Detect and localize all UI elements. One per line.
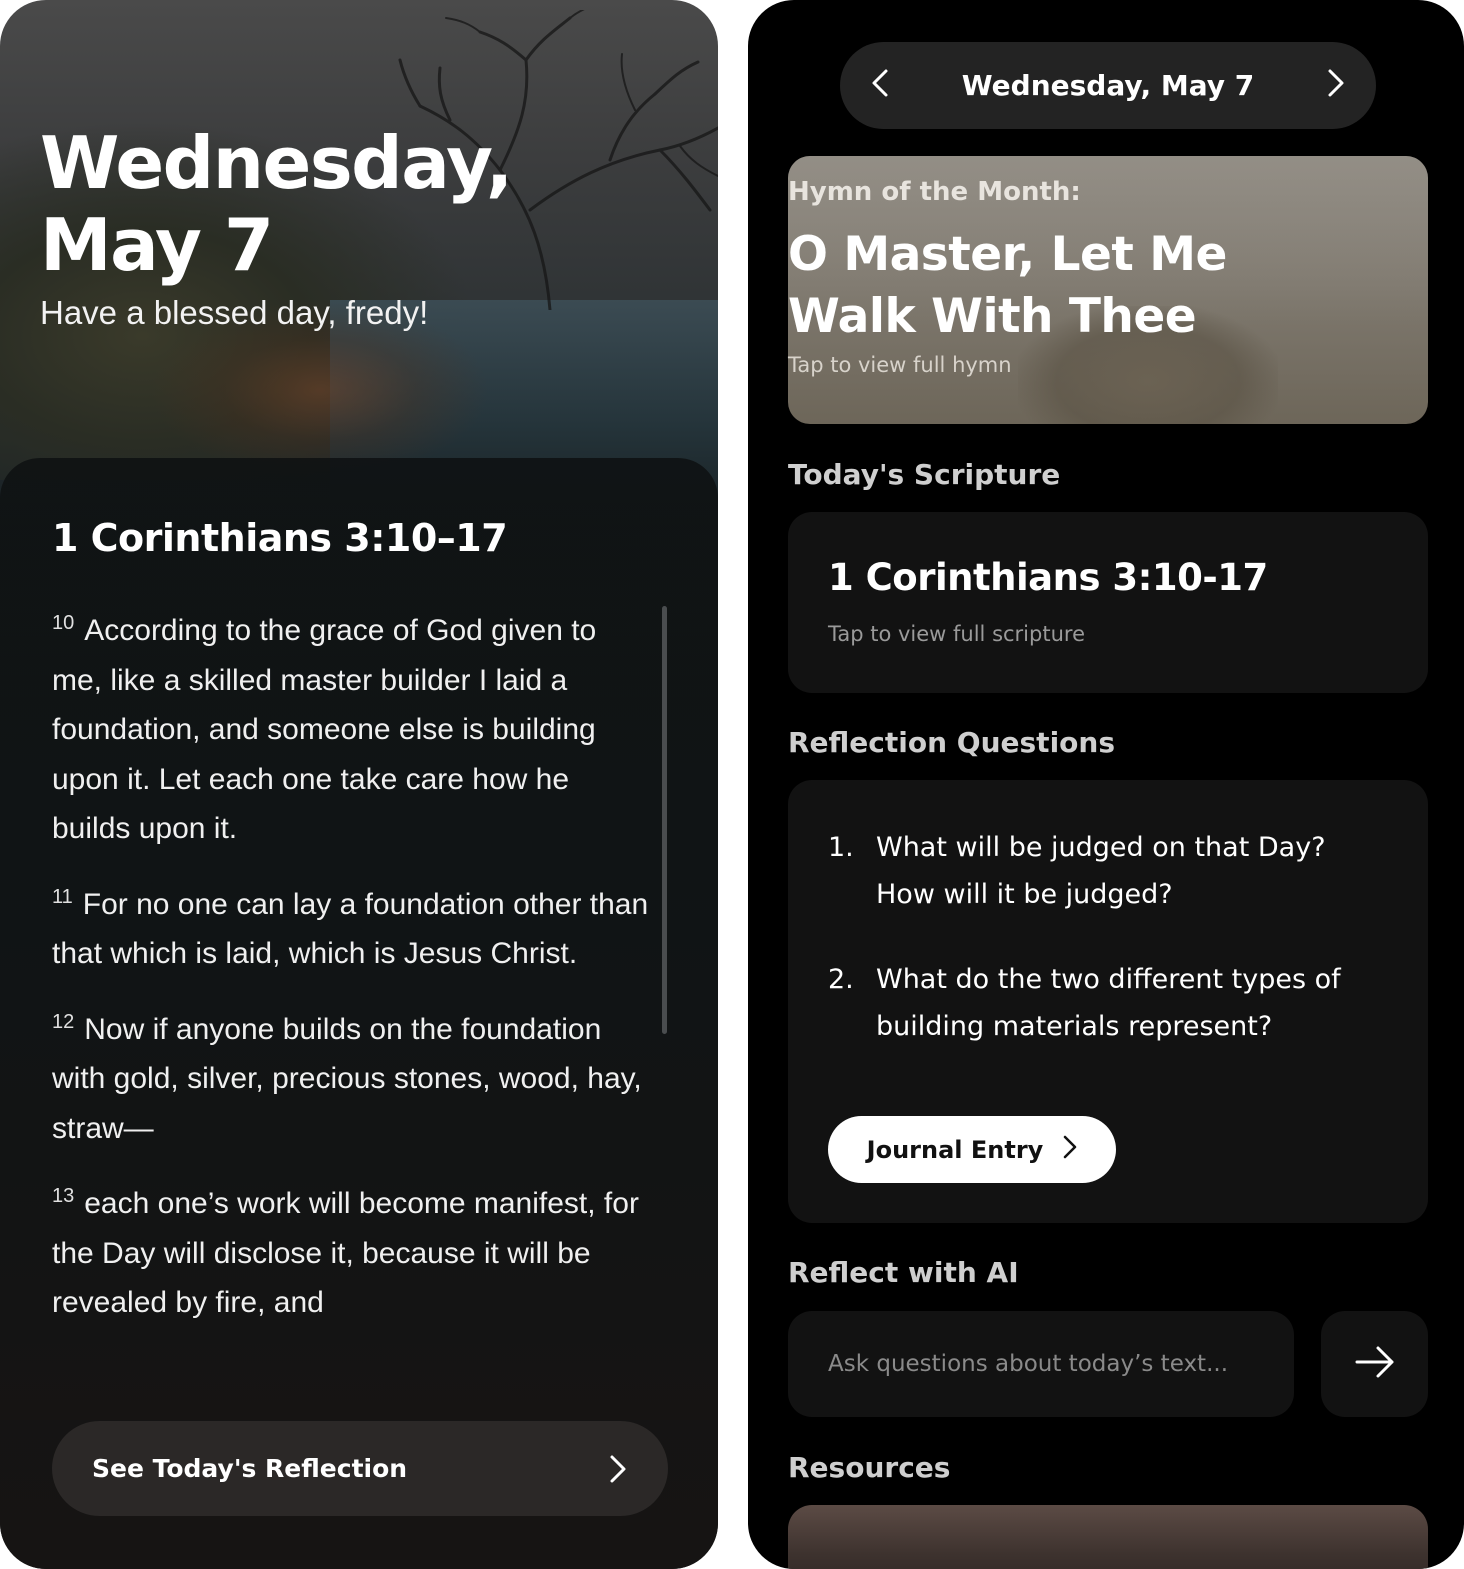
scripture-tap-hint: Tap to view full scripture [828, 622, 1085, 646]
current-date: Wednesday, May 7 [961, 69, 1255, 102]
question-list: 1. What will be judged on that Day? How … [828, 824, 1388, 1088]
arrow-right-icon [1354, 1345, 1396, 1384]
verse-list[interactable]: 10 According to the grace of God given to… [52, 606, 652, 1354]
question-number: 1. [828, 832, 854, 863]
see-reflection-button[interactable]: See Today's Reflection [52, 1421, 668, 1516]
journal-entry-label: Journal Entry [866, 1135, 1044, 1164]
scripture-card[interactable]: 1 Corinthians 3:10-17 Tap to view full s… [788, 512, 1428, 693]
page-title: Wednesday, May 7 [40, 121, 513, 287]
passage-reference: 1 Corinthians 3:10–17 [52, 516, 508, 560]
scripture-reference: 1 Corinthians 3:10-17 [828, 556, 1268, 599]
scrollbar[interactable] [662, 606, 667, 1034]
question-text: What do the two different types of build… [876, 964, 1341, 1042]
verse: 12 Now if anyone builds on the foundation… [52, 1005, 652, 1154]
next-day-button[interactable] [1296, 42, 1376, 129]
verse: 13 each one’s work will become manifest, … [52, 1179, 652, 1328]
detail-screen: Wednesday, May 7 Hymn of the Month: O Ma… [748, 0, 1464, 1569]
question-item: 1. What will be judged on that Day? How … [828, 824, 1388, 918]
question-number: 2. [828, 964, 854, 995]
reflection-section-heading: Reflection Questions [788, 726, 1116, 759]
chevron-right-icon [608, 1454, 628, 1484]
verse-text: According to the grace of God given to m… [52, 614, 597, 845]
verse-number: 11 [52, 885, 73, 908]
ai-section-heading: Reflect with AI [788, 1256, 1019, 1289]
journal-entry-button[interactable]: Journal Entry [828, 1116, 1116, 1183]
see-reflection-label: See Today's Reflection [92, 1454, 408, 1483]
verse-text: Now if anyone builds on the foundation w… [52, 1012, 642, 1145]
verse-number: 10 [52, 612, 75, 634]
chevron-right-icon [1327, 68, 1345, 103]
verse-text: For no one can lay a foundation other th… [52, 887, 649, 971]
verse-text: each one’s work will become manifest, fo… [52, 1187, 639, 1319]
verse-number: 13 [52, 1185, 75, 1207]
hymn-label: Hymn of the Month: [788, 177, 1081, 207]
greeting: Have a blessed day, fredy! [40, 294, 429, 331]
question-text: What will be judged on that Day? How wil… [876, 832, 1326, 910]
verse: 11 For no one can lay a foundation other … [52, 880, 652, 979]
hymn-title: O Master, Let Me Walk With Thee [788, 227, 1227, 344]
verse: 10 According to the grace of God given to… [52, 606, 652, 854]
chevron-right-icon [1063, 1135, 1077, 1164]
verse-number: 12 [52, 1010, 75, 1033]
scripture-section-heading: Today's Scripture [788, 458, 1061, 491]
previous-day-button[interactable] [840, 42, 920, 129]
ai-question-input[interactable]: Ask questions about today’s text... [788, 1311, 1294, 1417]
reflection-card: 1. What will be judged on that Day? How … [788, 780, 1428, 1223]
resources-section-heading: Resources [788, 1451, 951, 1484]
send-button[interactable] [1321, 1311, 1428, 1417]
resources-card[interactable] [788, 1505, 1428, 1569]
home-screen: Wednesday, May 7 Have a blessed day, fre… [0, 0, 718, 1569]
chevron-left-icon [871, 68, 889, 103]
hymn-tap-hint: Tap to view full hymn [788, 353, 1012, 377]
question-item: 2. What do the two different types of bu… [828, 956, 1388, 1050]
ai-input-placeholder: Ask questions about today’s text... [828, 1351, 1229, 1377]
fade-overlay [0, 1330, 718, 1420]
date-navigator: Wednesday, May 7 [840, 42, 1376, 129]
